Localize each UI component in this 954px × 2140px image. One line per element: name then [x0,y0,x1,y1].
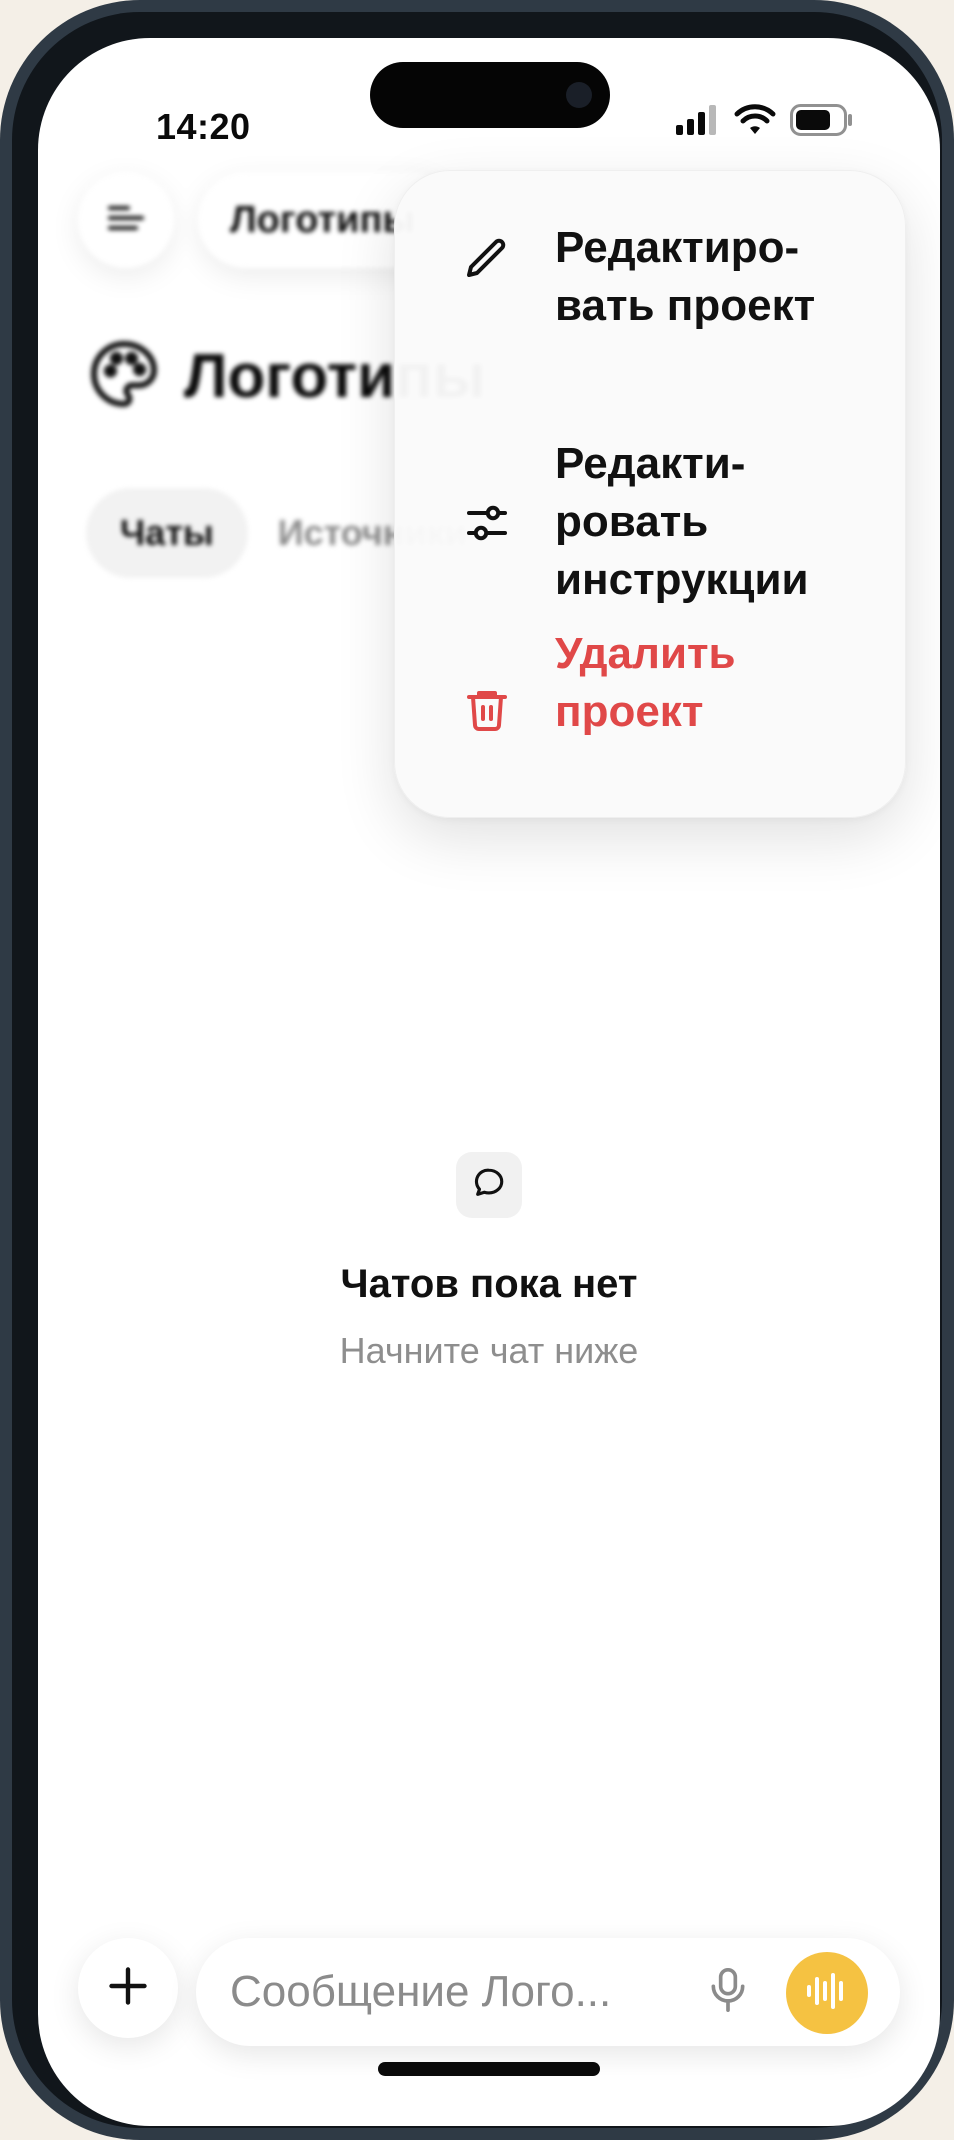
empty-state-subtitle: Начните чат ниже [339,1330,639,1371]
status-icons [676,102,854,142]
pencil-icon [463,235,511,283]
project-options-menu: Редактиро-вать проект Редакти-ровать инс… [394,170,906,818]
empty-state-icon [456,1152,522,1218]
status-time: 14:20 [156,106,251,147]
microphone-icon [706,1965,750,2020]
cellular-signal-icon [676,104,720,140]
empty-state-title: Чатов пока нет [340,1262,638,1306]
microphone-button[interactable] [698,1962,758,2022]
palette-icon [88,338,160,415]
message-composer [196,1938,900,2046]
menu-item-label: Редакти-ровать инструкции [555,439,809,604]
battery-icon [790,103,854,141]
phone-bezel: 14:20 Логотипы Логотипы Чаты Источники Р… [12,12,942,2128]
chat-bubble-icon [472,1166,506,1205]
menu-item-label: Удалить проект [555,629,736,736]
plus-icon [106,1964,150,2013]
voice-waveform-icon [804,1971,850,2016]
message-input[interactable] [230,1962,670,2022]
front-camera [566,82,592,108]
trash-icon [463,685,511,733]
app-screen: 14:20 Логотипы Логотипы Чаты Источники Р… [38,38,940,2126]
home-indicator[interactable] [378,2062,600,2076]
hamburger-menu-icon [106,203,146,238]
voice-mode-button[interactable] [786,1952,868,2034]
dynamic-island [370,62,610,128]
phone-frame: 14:20 Логотипы Логотипы Чаты Источники Р… [0,0,954,2140]
menu-item-label: Редактиро-вать проект [555,223,816,330]
sliders-icon [463,499,511,547]
menu-button[interactable] [78,172,174,268]
tab-chats[interactable]: Чаты [86,488,248,578]
add-attachment-button[interactable] [78,1938,178,2038]
wifi-icon [734,103,776,141]
